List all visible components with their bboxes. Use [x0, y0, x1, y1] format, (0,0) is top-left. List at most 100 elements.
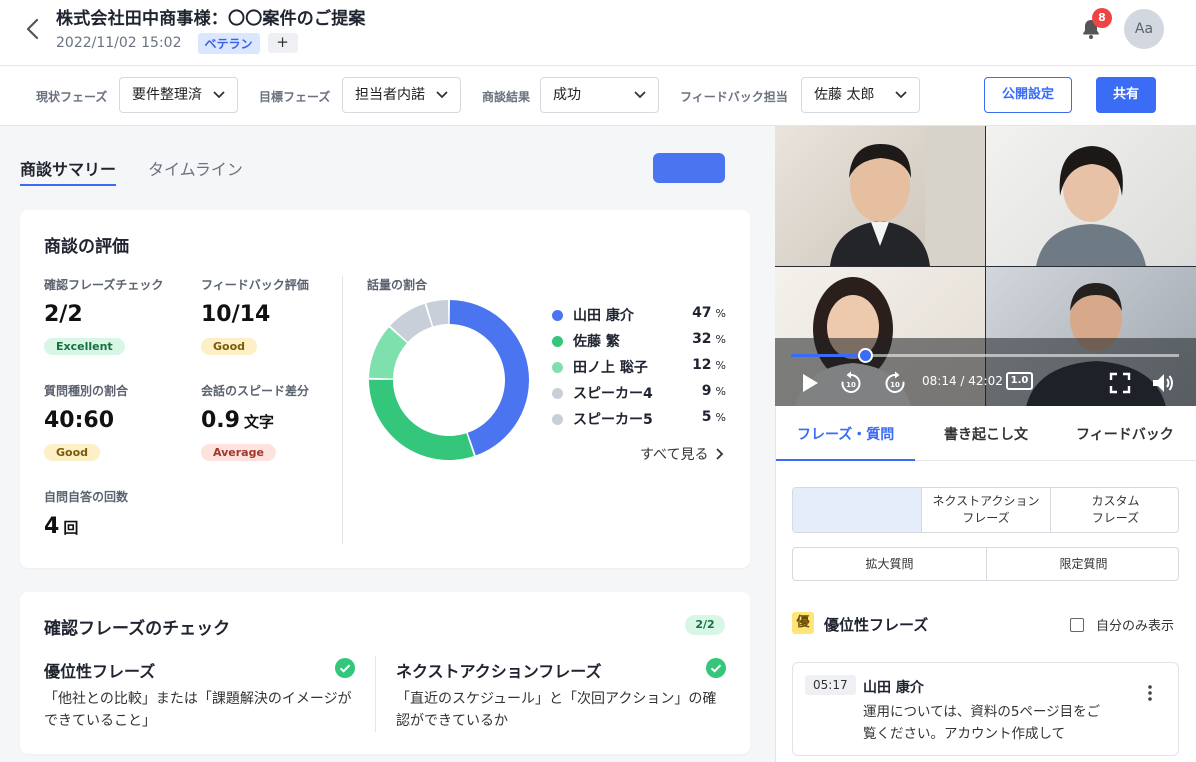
target-phase-label: 目標フェーズ	[259, 90, 331, 104]
fullscreen-icon[interactable]	[1108, 371, 1132, 395]
check-count-badge: 2/2	[685, 615, 725, 635]
check-item-desc-line: 「直近のスケジュール」と「次回アクション」の確	[396, 691, 717, 707]
legend-dot	[552, 362, 563, 373]
tab-transcript[interactable]: 書き起こし文	[944, 424, 1028, 444]
segment-advantage[interactable]	[793, 488, 921, 532]
chevron-down-icon	[213, 91, 225, 99]
phrase-text-line: 覧ください。アカウント作成して	[863, 726, 1066, 742]
legend-label: スピーカー4	[573, 386, 653, 402]
rewind-10-icon[interactable]: 10	[839, 371, 863, 395]
playback-speed-button[interactable]: 1.0	[1006, 372, 1033, 390]
notification-badge: 8	[1092, 8, 1112, 28]
metric-value: 2/2	[44, 302, 83, 327]
active-tab-indicator	[776, 459, 915, 461]
current-phase-value: 要件整理済	[132, 87, 202, 103]
tab-summary[interactable]: 商談サマリー	[20, 156, 116, 180]
metric-number: 4	[44, 514, 60, 539]
check-phrases-title: 確認フレーズのチェック	[44, 619, 231, 639]
self-only-label: 自分のみ表示	[1096, 619, 1175, 634]
metric-value: 0.9 文字	[201, 408, 274, 433]
segment-label-line: フレーズ	[962, 511, 1010, 525]
legend-value: 12%	[692, 357, 726, 373]
metric-label: 会話のスピード差分	[201, 384, 310, 398]
filter-bar: 現状フェーズ 要件整理済 目標フェーズ 担当者内諾 商談結果 成功 フィードバッ…	[0, 66, 1196, 126]
check-item-title: 優位性フレーズ	[44, 662, 156, 681]
legend-label: 田ノ上 聡子	[573, 360, 648, 376]
participant-silhouette	[1036, 146, 1146, 266]
segment-label-line: フレーズ	[1091, 511, 1140, 525]
publish-settings-button[interactable]: 公開設定	[984, 77, 1072, 113]
target-phase-value: 担当者内諾	[355, 87, 425, 103]
feedback-owner-select[interactable]: 佐藤 太郎	[801, 77, 920, 113]
video-progress-handle[interactable]	[857, 348, 873, 363]
action-button[interactable]	[653, 153, 725, 183]
donut-slice-1	[449, 300, 529, 456]
segment-next-action[interactable]: ネクストアクション フレーズ	[921, 488, 1050, 532]
chevron-down-icon	[436, 91, 448, 99]
video-progress-bar[interactable]	[791, 348, 1179, 363]
self-only-checkbox[interactable]	[1070, 617, 1084, 632]
legend-label: 佐藤 繁	[573, 334, 620, 350]
participant-video-tile	[986, 126, 1196, 266]
target-phase-select[interactable]: 担当者内諾	[342, 77, 461, 113]
segment-label: カスタム フレーズ	[1091, 493, 1139, 527]
meeting-meta: 2022/11/02 15:02 ベテラン +	[56, 32, 298, 54]
tag-veteran[interactable]: ベテラン	[197, 32, 260, 54]
video-progress-fill	[791, 354, 865, 357]
check-item-desc-line: 「他社との比較」または「課題解決のイメージが	[44, 691, 352, 707]
segment-custom[interactable]: カスタム フレーズ	[1050, 488, 1178, 532]
evaluation-title: 商談の評価	[44, 237, 129, 257]
phrase-card[interactable]: 05:17 山田 康介 運用については、資料の5ページ目をご 覧ください。アカウ…	[792, 662, 1179, 756]
back-arrow-icon[interactable]	[22, 14, 44, 44]
metric-unit: 文字	[243, 413, 274, 431]
active-tab-indicator	[20, 184, 116, 186]
tab-feedback[interactable]: フィードバック	[1076, 424, 1174, 444]
participant-silhouette	[830, 126, 985, 266]
video-player[interactable]: 10 10 08:14 / 42:02 1.0	[775, 126, 1196, 406]
divider	[375, 656, 376, 732]
add-tag-button[interactable]: +	[267, 33, 298, 53]
segment-expand-question[interactable]: 拡大質問	[793, 548, 986, 580]
chevron-right-icon	[716, 448, 724, 460]
legend-label: スピーカー5	[573, 412, 653, 428]
see-all-link[interactable]: すべて見る	[640, 444, 725, 464]
legend-value: 9%	[701, 383, 726, 399]
metric-value: 10/14	[201, 302, 271, 327]
legend-value: 5%	[701, 409, 726, 425]
segment-limited-question[interactable]: 限定質問	[986, 548, 1178, 580]
status-badge: Excellent	[44, 338, 125, 355]
status-badge: Average	[201, 444, 276, 461]
volume-icon[interactable]	[1151, 371, 1175, 395]
metric-label: 質問種別の割合	[44, 384, 129, 398]
legend-item: スピーカー5 5%	[552, 409, 728, 429]
chevron-down-icon	[895, 91, 907, 99]
feedback-owner-label: フィードバック担当	[680, 90, 788, 104]
share-button[interactable]: 共有	[1096, 77, 1156, 113]
legend-dot	[552, 310, 563, 321]
more-options-icon[interactable]	[1148, 685, 1152, 701]
metric-unit: 回	[63, 519, 79, 537]
current-phase-select[interactable]: 要件整理済	[119, 77, 238, 113]
play-icon[interactable]	[797, 371, 821, 395]
forward-10-icon[interactable]: 10	[883, 371, 907, 395]
avatar[interactable]: Aa	[1124, 9, 1164, 49]
chevron-down-icon	[634, 91, 646, 99]
legend-value: 32%	[692, 331, 726, 347]
check-item-desc-line: できていること」	[44, 713, 156, 729]
metric-value: 40:60	[44, 408, 115, 433]
donut-slice-2	[369, 379, 474, 460]
metric-label: 確認フレーズチェック	[44, 278, 164, 292]
page-title: 株式会社田中商事様：〇〇案件のご提案	[56, 9, 366, 29]
self-only-toggle[interactable]: 自分のみ表示	[1070, 615, 1174, 634]
legend-label: 山田 康介	[573, 308, 634, 324]
participant-video-tile	[775, 126, 985, 266]
result-select[interactable]: 成功	[540, 77, 659, 113]
legend-item: 田ノ上 聡子 12%	[552, 357, 728, 377]
check-item-desc: 「直近のスケジュール」と「次回アクション」の確 認ができているか	[396, 688, 716, 732]
talk-ratio-donut-chart	[369, 300, 529, 460]
feedback-owner-value: 佐藤 太郎	[814, 87, 875, 103]
tab-timeline[interactable]: タイムライン	[148, 156, 243, 180]
result-label: 商談結果	[482, 90, 531, 104]
timestamp-badge[interactable]: 05:17	[805, 675, 856, 695]
tab-phrases-questions[interactable]: フレーズ・質問	[797, 424, 894, 444]
